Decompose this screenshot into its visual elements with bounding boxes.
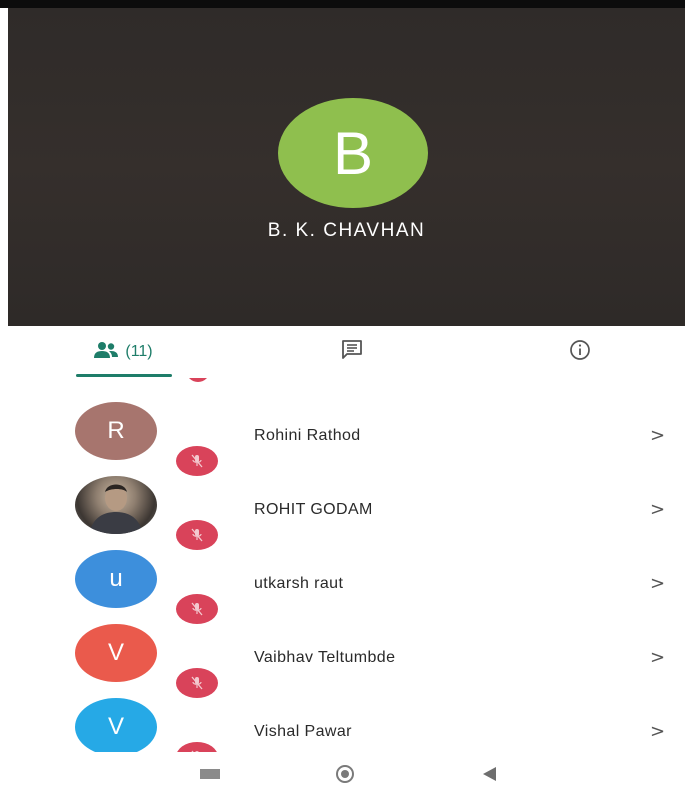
- people-count: (11): [125, 343, 153, 360]
- speaker-avatar: B: [278, 98, 428, 208]
- participant-row[interactable]: R Rohini Rathod >: [0, 392, 685, 476]
- home-icon[interactable]: [336, 765, 354, 783]
- meeting-screen: B B. K. CHAVHAN (11) R Rohini Rathod > R…: [0, 0, 685, 786]
- chevron-right-icon[interactable]: >: [650, 499, 665, 520]
- chevron-right-icon[interactable]: >: [650, 425, 665, 446]
- chevron-right-icon[interactable]: >: [650, 573, 665, 594]
- tab-bar: (11): [0, 326, 685, 378]
- speaker-name: B. K. CHAVHAN: [267, 220, 426, 241]
- status-strip: [0, 0, 685, 8]
- recent-apps-icon[interactable]: [200, 769, 220, 779]
- participant-row[interactable]: u utkarsh raut >: [0, 540, 685, 624]
- participant-row[interactable]: V Vishal Pawar >: [0, 688, 685, 752]
- tab-people[interactable]: (11): [68, 326, 178, 378]
- tab-info[interactable]: [550, 326, 610, 378]
- tab-chat[interactable]: [322, 326, 382, 378]
- muted-mic-icon: [176, 742, 218, 752]
- participant-row[interactable]: ROHIT GODAM >: [0, 466, 685, 550]
- participant-list[interactable]: R Rohini Rathod > ROHIT GODAM > u utkarsh raut…: [0, 378, 685, 752]
- chevron-right-icon[interactable]: >: [650, 647, 665, 668]
- chat-icon: [340, 339, 364, 366]
- participant-name: ROHIT GODAM: [254, 501, 373, 518]
- participant-name: Rohini Rathod: [254, 427, 361, 444]
- participant-avatar: u: [75, 550, 157, 608]
- participant-photo-avatar: [75, 476, 157, 534]
- participant-row[interactable]: V Vaibhav Teltumbde >: [0, 614, 685, 698]
- active-speaker-video[interactable]: B B. K. CHAVHAN: [8, 8, 685, 326]
- participant-name: Vaibhav Teltumbde: [254, 649, 396, 666]
- participant-avatar: V: [75, 624, 157, 682]
- people-icon: [93, 341, 119, 364]
- info-icon: [568, 338, 592, 367]
- active-tab-indicator: [76, 374, 172, 377]
- participant-name: Vishal Pawar: [254, 723, 352, 740]
- participant-name: utkarsh raut: [254, 575, 344, 592]
- participant-avatar: R: [75, 402, 157, 460]
- system-nav-bar: [0, 752, 685, 786]
- mute-badge-partial: [186, 378, 210, 382]
- participant-avatar: V: [75, 698, 157, 752]
- chevron-right-icon[interactable]: >: [650, 721, 665, 742]
- back-icon[interactable]: [483, 767, 496, 781]
